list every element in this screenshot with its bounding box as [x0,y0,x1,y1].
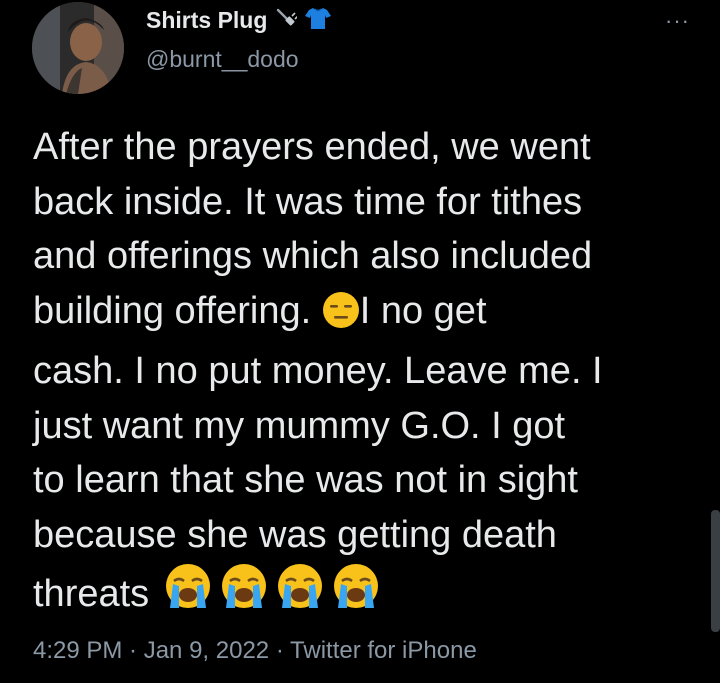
tweet-text: After the prayers ended, we went back in… [33,120,703,628]
tweet-line: back inside. It was time for tithes [33,180,583,223]
tweet-line: threats [33,573,160,615]
tweet-line: to learn that she was not in sight [33,459,578,501]
loudly-crying-face-emoji [216,562,272,628]
tweet-line: cash. I no put money. Leave me. I [33,350,603,392]
tweet-line: After the prayers ended, we went [33,126,591,168]
author-handle[interactable]: @burnt__dodo [146,46,299,73]
display-name[interactable]: Shirts Plug [146,7,267,34]
loudly-crying-face-emoji [328,562,384,628]
scrollbar[interactable] [711,510,720,632]
tweet-line: and offerings which also included [33,235,593,277]
tweet-line: just want my mummy G.O. I got [33,404,566,447]
author-name-row[interactable]: Shirts Plug [146,6,332,35]
tweet-line: I no get [359,289,487,332]
tweet-line: building offering. [33,289,322,332]
avatar-photo [32,2,124,94]
avatar[interactable] [32,2,124,94]
loudly-crying-face-emoji [272,562,328,628]
tweet-timestamp-source[interactable]: 4:29 PM · Jan 9, 2022 · Twitter for iPho… [33,637,477,665]
loudly-crying-face-emoji [160,562,216,628]
plug-icon [275,7,299,34]
shirt-icon [305,6,332,35]
expressionless-face-emoji [322,290,360,345]
more-options-icon[interactable]: ··· [665,8,690,34]
tweet-line: because she was getting death [33,513,557,556]
